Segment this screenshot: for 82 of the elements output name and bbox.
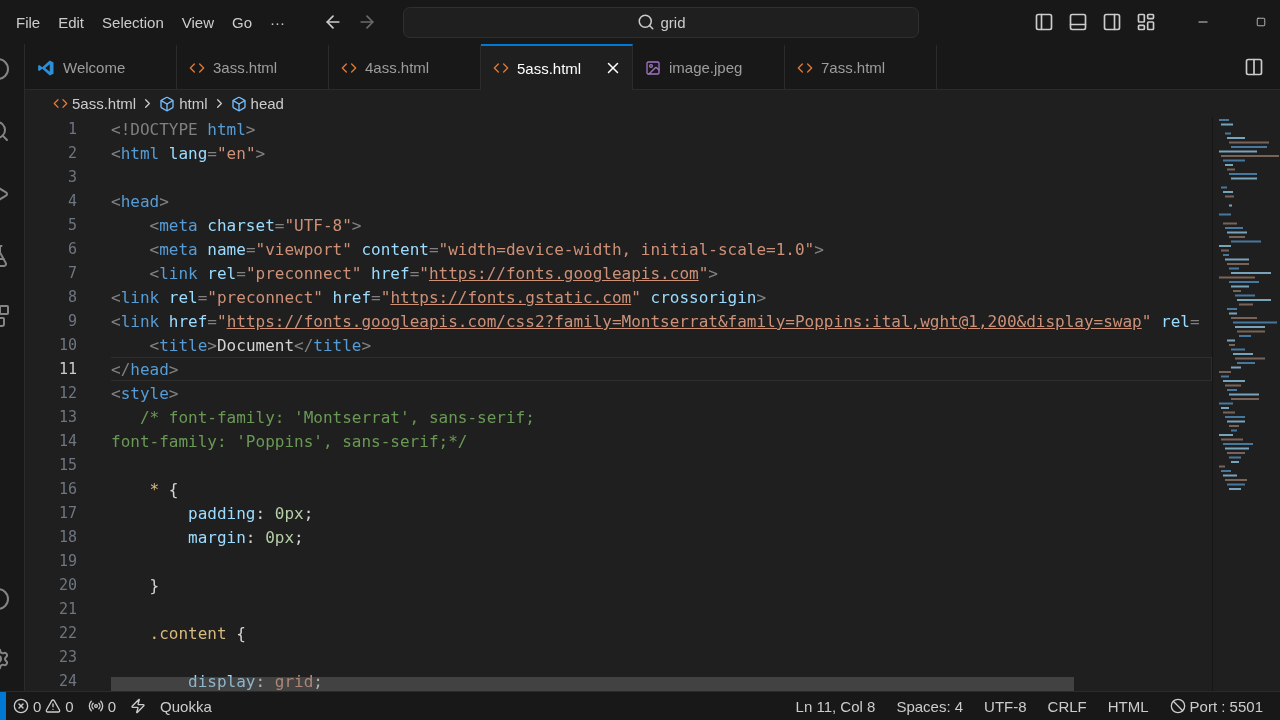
line-number: 15 (57, 455, 77, 476)
code-line: <title>Document</title> (148, 335, 373, 357)
code-line: <meta charset="UTF-8"> (148, 215, 363, 237)
code-line: <!DOCTYPE html> (111, 119, 257, 141)
line-number: 24 (57, 671, 77, 691)
line-number: 20 (57, 575, 77, 596)
code-line: </head> (111, 357, 1212, 381)
line-number: 11 (57, 359, 77, 380)
line-number: 10 (57, 335, 77, 356)
line-number: 6 (66, 239, 77, 260)
lightning-icon (130, 698, 147, 714)
image-icon (645, 59, 661, 76)
line-number: 17 (57, 503, 77, 524)
breadcrumb-item[interactable]: 5ass.html (72, 95, 137, 112)
menu-item[interactable]: Go (224, 9, 260, 35)
code-line: * { (148, 479, 180, 501)
logo-icon (37, 58, 55, 77)
breadcrumb-item[interactable]: head (250, 95, 284, 112)
code-line: /* font-family: 'Montserrat', sans-serif; (138, 407, 536, 429)
line-number: 19 (57, 551, 77, 572)
cube-icon (230, 95, 247, 112)
status-item[interactable]: UTF-8 (977, 697, 1034, 715)
secondary-sidebar-toggle-icon[interactable] (1102, 12, 1122, 32)
code-line: font-family: 'Poppins', sans-serif;*/ (111, 431, 469, 453)
menu-item[interactable]: View (173, 9, 222, 35)
line-number: 1 (66, 119, 77, 140)
menu-item[interactable]: Selection (94, 9, 172, 35)
blocked-icon (1169, 698, 1186, 714)
cube-icon (159, 95, 176, 112)
line-number: 2 (66, 143, 77, 164)
panel-toggle-icon[interactable] (1068, 12, 1088, 32)
code-line: <html lang="en"> (111, 143, 267, 165)
line-number: 14 (57, 431, 77, 452)
line-number: 23 (57, 647, 77, 668)
editor-tab[interactable]: 5ass.html (481, 44, 633, 90)
menu-item[interactable]: Edit (50, 9, 93, 35)
status-item[interactable]: CRLF (1040, 697, 1094, 715)
code-line: display: grid; (187, 671, 324, 691)
status-item[interactable]: HTML (1100, 697, 1156, 715)
line-number: 7 (66, 263, 77, 284)
line-number: 5 (66, 215, 77, 236)
quokka-status[interactable]: Quokka (153, 697, 219, 715)
split-editor-icon[interactable] (1244, 56, 1264, 77)
horizontal-scrollbar[interactable] (111, 677, 1074, 691)
breadcrumb-item[interactable]: html (179, 95, 208, 112)
status-item[interactable]: Spaces: 4 (889, 697, 971, 715)
broadcast-icon (87, 698, 104, 714)
line-number: 16 (57, 479, 77, 500)
code-line: } (148, 575, 161, 597)
code-line: padding: 0px; (187, 503, 315, 525)
problems-status[interactable]: 0 0 (6, 697, 81, 715)
line-number: 18 (57, 527, 77, 548)
code-line: <link href="https://fonts.googleapis.com/css2?family=Montserrat&family=Poppins:ital,wght@1,200&display=swap" rel= (111, 311, 1201, 333)
code-line: <link rel="preconnect" href="https://fonts.googleapis.com"> (148, 263, 719, 285)
sidebar-toggle-icon[interactable] (1034, 12, 1054, 32)
status-item[interactable]: Ln 11, Col 8 (788, 697, 883, 715)
code-line: .content { (148, 623, 247, 645)
search-field[interactable]: grid (403, 6, 919, 38)
line-number: 4 (66, 191, 77, 212)
code-line: <meta name="viewport" content="width=device-width, initial-scale=1.0"> (148, 239, 825, 261)
line-number: 21 (57, 599, 77, 620)
line-number: 12 (57, 383, 77, 404)
line-number: 8 (66, 287, 77, 308)
code-icon (493, 60, 509, 76)
code-line: margin: 0px; (187, 527, 305, 549)
line-number: 9 (66, 311, 77, 332)
line-number: 22 (57, 623, 77, 644)
menu-item[interactable]: File (8, 9, 49, 35)
search-icon (636, 13, 655, 31)
line-number: 13 (57, 407, 77, 428)
code-line: <style> (111, 383, 180, 405)
warning-icon (45, 698, 62, 714)
code-line: <link rel="preconnect" href="https://fonts.gstatic.com" crossorigin> (111, 287, 768, 309)
ports-status[interactable]: 0 (80, 697, 124, 715)
code-icon (53, 96, 68, 111)
line-number: 3 (66, 167, 77, 188)
layout-icon[interactable] (1136, 12, 1156, 32)
code-line: <head> (111, 191, 170, 213)
menu-item[interactable]: ··· (262, 9, 293, 35)
restore-icon[interactable] (1256, 17, 1266, 27)
error-icon (13, 698, 29, 714)
port-status[interactable]: Port : 5501 (1162, 697, 1270, 715)
